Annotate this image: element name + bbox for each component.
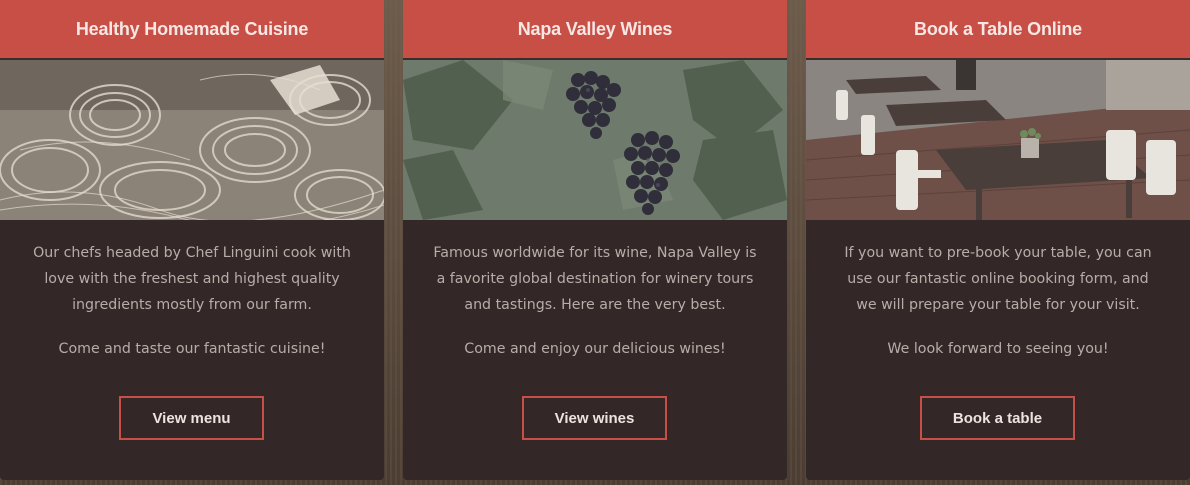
card-body: Famous worldwide for its wine, Napa Vall… <box>403 220 787 362</box>
grapes-image <box>403 58 787 220</box>
card-tagline: Come and enjoy our delicious wines! <box>464 341 726 357</box>
card-title: Napa Valley Wines <box>403 0 787 58</box>
card-tagline: Come and taste our fantastic cuisine! <box>58 341 326 357</box>
card-description: Famous worldwide for its wine, Napa Vall… <box>433 245 757 313</box>
card-body: If you want to pre-book your table, you … <box>806 220 1190 362</box>
card-cuisine: Healthy Homemade Cuisine Our chefs heade… <box>0 0 384 480</box>
terrace-image <box>806 58 1190 220</box>
pasta-image <box>0 58 384 220</box>
card-description: Our chefs headed by Chef Linguini cook w… <box>33 245 351 313</box>
card-tagline: We look forward to seeing you! <box>887 341 1109 357</box>
view-wines-button[interactable]: View wines <box>522 396 667 440</box>
card-description: If you want to pre-book your table, you … <box>844 245 1152 313</box>
card-title: Healthy Homemade Cuisine <box>0 0 384 58</box>
card-title: Book a Table Online <box>806 0 1190 58</box>
card-booking: Book a Table Online If you want to pre-b… <box>806 0 1190 480</box>
card-wines: Napa Valley Wines Famous worldwide for i… <box>403 0 787 480</box>
card-body: Our chefs headed by Chef Linguini cook w… <box>0 220 384 362</box>
page: Healthy Homemade Cuisine Our chefs heade… <box>0 0 1190 485</box>
view-menu-button[interactable]: View menu <box>119 396 264 440</box>
book-a-table-button[interactable]: Book a table <box>920 396 1075 440</box>
